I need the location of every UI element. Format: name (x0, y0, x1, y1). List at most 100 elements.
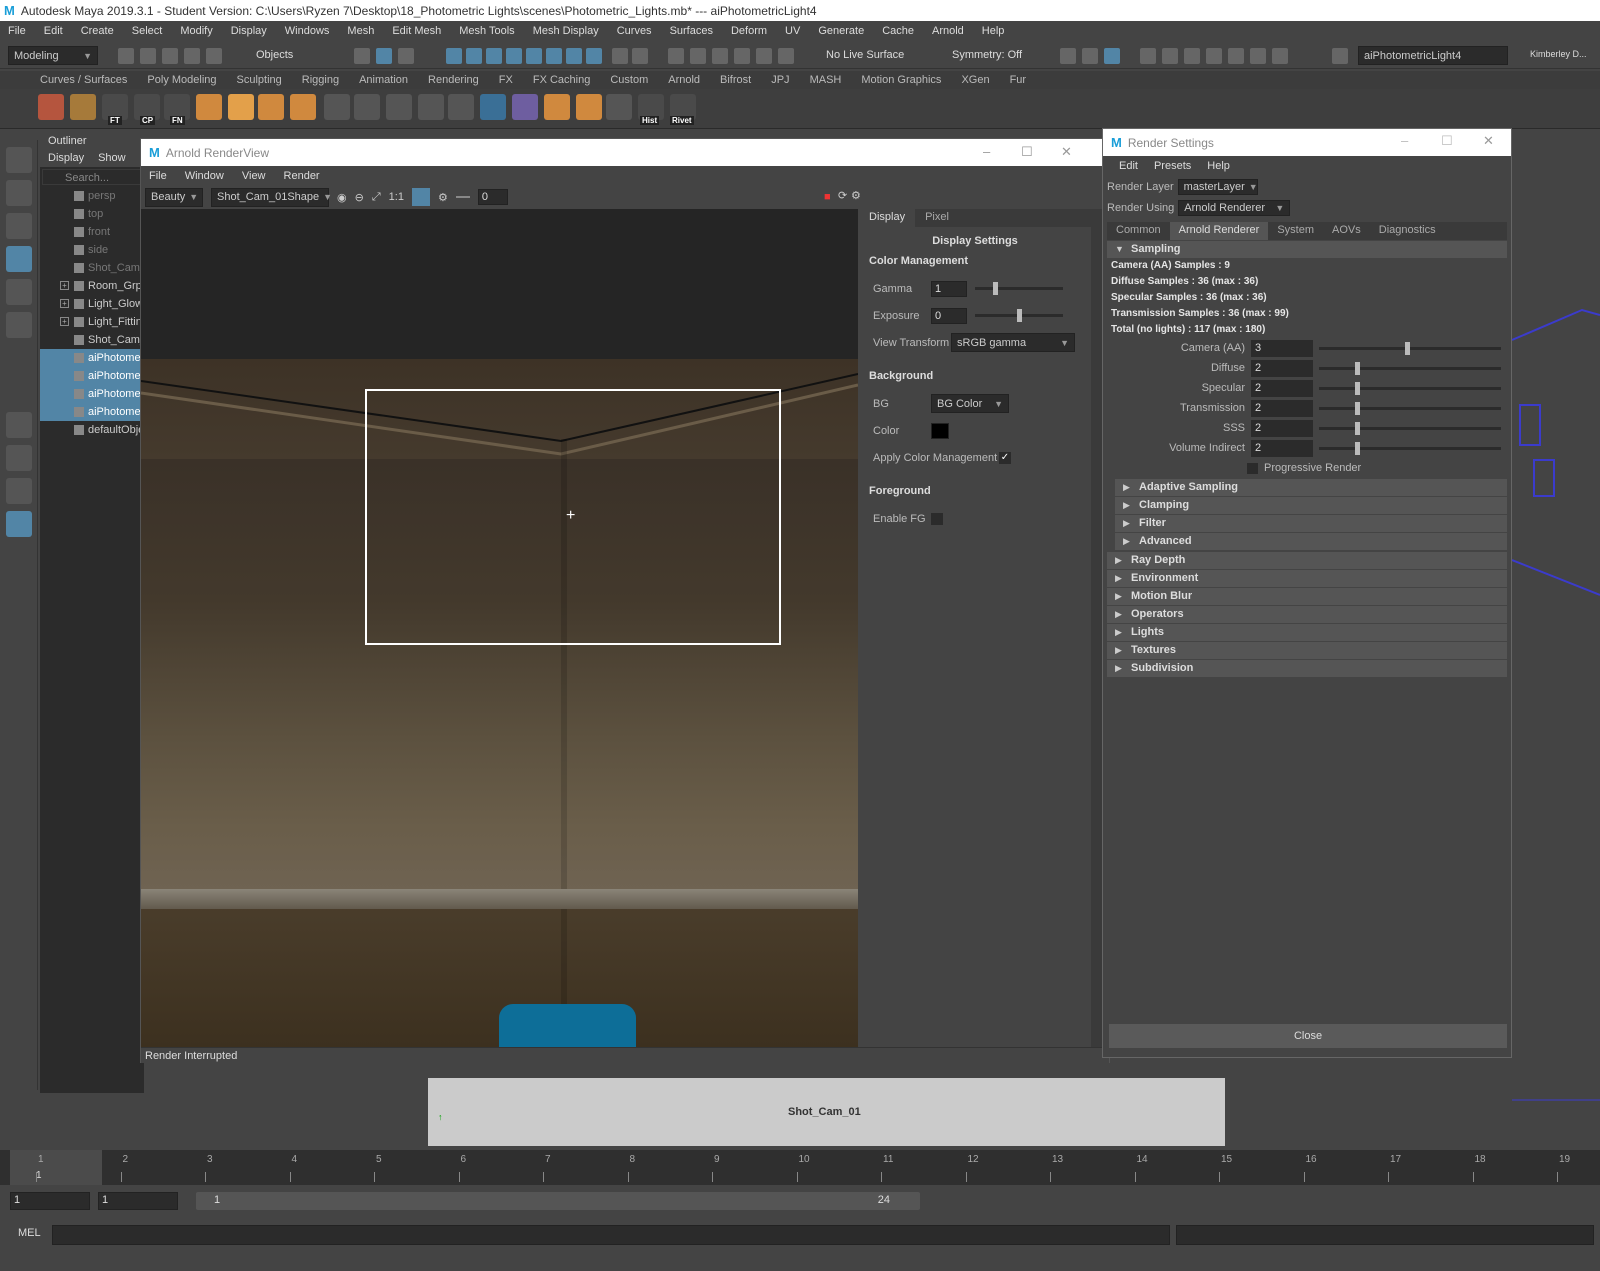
lattice-icon[interactable] (512, 94, 538, 120)
aov-dropdown[interactable]: Beauty ▼ (145, 187, 203, 207)
snap-edge-icon[interactable] (546, 48, 562, 64)
render-settings-menu-edit[interactable]: Edit (1119, 160, 1138, 172)
menu-mesh-display[interactable]: Mesh Display (533, 25, 599, 37)
multi-cut-icon[interactable] (354, 94, 380, 120)
render-layer-dropdown[interactable]: masterLayer ▼ (1177, 178, 1258, 195)
exposure-slider-handle[interactable] (1017, 309, 1022, 322)
menu-mesh[interactable]: Mesh (347, 25, 374, 37)
shelf-tab-fx[interactable]: FX (499, 74, 513, 86)
refresh-render-icon[interactable]: ⟳ (838, 189, 847, 202)
camera-aa-slider-handle[interactable] (1404, 341, 1410, 355)
redo-icon[interactable] (206, 48, 222, 64)
minimize-icon[interactable]: – (983, 144, 990, 159)
shelf-tab-sculpting[interactable]: Sculpting (237, 74, 282, 86)
tab-aovs[interactable]: AOVs (1323, 222, 1370, 240)
menu-curves[interactable]: Curves (617, 25, 652, 37)
perspective-viewport-strip[interactable] (1511, 150, 1600, 1120)
shelf-tab-rigging[interactable]: Rigging (302, 74, 339, 86)
tab-arnold-renderer[interactable]: Arnold Renderer (1169, 222, 1269, 240)
sss-slider[interactable] (1319, 421, 1501, 435)
display-exposure-input[interactable]: 0 (931, 307, 967, 324)
render-settings-icon[interactable] (1206, 48, 1222, 64)
shelf-tab-animation[interactable]: Animation (359, 74, 408, 86)
anim-start-field[interactable]: 1 (98, 1192, 178, 1210)
save-scene-icon[interactable] (162, 48, 178, 64)
tab-system[interactable]: System (1268, 222, 1323, 240)
shelf-tab-xgen[interactable]: XGen (961, 74, 989, 86)
zoom-fit-icon[interactable]: ⤢ (372, 191, 381, 204)
current-frame-marker[interactable] (10, 1150, 102, 1185)
menu-arnold[interactable]: Arnold (932, 25, 964, 37)
attribute-editor-icon[interactable] (1104, 48, 1120, 64)
shelf-tab-motion-graphics[interactable]: Motion Graphics (861, 74, 941, 86)
diffuse-slider-handle[interactable] (1355, 361, 1361, 375)
undo-icon[interactable] (184, 48, 200, 64)
face-normals-icon[interactable]: FN (164, 94, 190, 125)
transmission-slider[interactable] (1319, 401, 1501, 415)
gamma-slider[interactable] (975, 282, 1063, 295)
construction-history-icon[interactable] (668, 48, 684, 64)
outliner-menu-display[interactable]: Display (48, 152, 84, 164)
input-output-icon[interactable] (632, 48, 648, 64)
select-tool-icon[interactable] (6, 147, 32, 173)
ratio-label[interactable]: 1:1 (389, 191, 404, 203)
hypershade-icon[interactable] (1228, 48, 1244, 64)
single-perspective-layout-icon[interactable] (6, 445, 32, 471)
expand-icon[interactable]: + (60, 281, 69, 290)
menu-cache[interactable]: Cache (882, 25, 914, 37)
camera-viewport[interactable]: ↑ Shot_Cam_01 (428, 1078, 1225, 1146)
transmission-input[interactable]: 2 (1251, 399, 1313, 417)
user-account[interactable]: Kimberley D... (1530, 49, 1587, 59)
menu-mesh-tools[interactable]: Mesh Tools (459, 25, 514, 37)
command-input[interactable] (52, 1225, 1170, 1245)
outliner-item[interactable]: Shot_Cam_0 (40, 331, 144, 349)
subdivision-section[interactable]: ▶ Subdivision (1107, 660, 1507, 677)
outliner-menu-show[interactable]: Show (98, 152, 126, 164)
outliner-item[interactable]: + Light_Fitting (40, 313, 144, 331)
grid-plane-icon[interactable] (70, 94, 96, 120)
camera-aa-input[interactable]: 3 (1251, 339, 1313, 357)
shelf-tab-curves-surfaces[interactable]: Curves / Surfaces (40, 74, 127, 86)
selected-object-field[interactable]: aiPhotometricLight4 (1358, 46, 1508, 65)
exposure-slider[interactable] (975, 309, 1063, 322)
snap-view-icon[interactable] (506, 48, 522, 64)
menu-create[interactable]: Create (81, 25, 114, 37)
renderview-menu-view[interactable]: View (242, 170, 266, 182)
outliner-layout-icon[interactable] (6, 511, 32, 537)
renderview-menu-window[interactable]: Window (185, 170, 224, 182)
mel-label[interactable]: MEL (18, 1227, 41, 1239)
textures-section[interactable]: ▶ Textures (1107, 642, 1507, 659)
poly-cube-icon[interactable] (228, 94, 254, 120)
select-by-object-icon[interactable] (376, 48, 392, 64)
shelf-tab-poly-modeling[interactable]: Poly Modeling (147, 74, 216, 86)
select-by-hierarchy-icon[interactable] (354, 48, 370, 64)
panel-layout-icon[interactable] (1060, 48, 1076, 64)
open-scene-icon[interactable] (140, 48, 156, 64)
render-sequence-icon[interactable] (1162, 48, 1178, 64)
outliner-item[interactable]: Shot_Cam_0 (40, 259, 144, 277)
extrude-icon[interactable] (258, 94, 284, 120)
symmetry-label[interactable]: Symmetry: Off (952, 49, 1022, 61)
uv-grid-icon[interactable] (576, 94, 602, 120)
clamping-section[interactable]: ▶ Clamping (1115, 497, 1507, 514)
gamma-input[interactable]: 1 (931, 280, 967, 297)
outliner-item[interactable]: aiPhotometr (40, 403, 144, 421)
render-settings-menu-presets[interactable]: Presets (1154, 160, 1191, 172)
four-view-layout-icon[interactable] (6, 478, 32, 504)
tab-common[interactable]: Common (1107, 222, 1170, 240)
renderview-menu-render[interactable]: Render (284, 170, 320, 182)
sss-input[interactable]: 2 (1251, 419, 1313, 437)
shelf-tab-fx-caching[interactable]: FX Caching (533, 74, 590, 86)
diffuse-slider[interactable] (1319, 361, 1501, 375)
select-by-component-icon[interactable] (398, 48, 414, 64)
outliner-item[interactable]: top (40, 205, 144, 223)
uv-cube-icon[interactable] (448, 94, 474, 120)
rotate-snap-icon[interactable] (778, 48, 794, 64)
shelf-tab-arnold[interactable]: Arnold (668, 74, 700, 86)
exposure-input[interactable]: 0 (477, 189, 508, 205)
transmission-slider-handle[interactable] (1355, 401, 1361, 415)
tab-display[interactable]: Display (859, 209, 916, 227)
renderview-menu-file[interactable]: File (149, 170, 167, 182)
menu-select[interactable]: Select (132, 25, 163, 37)
range-start-field[interactable]: 1 (10, 1192, 90, 1210)
